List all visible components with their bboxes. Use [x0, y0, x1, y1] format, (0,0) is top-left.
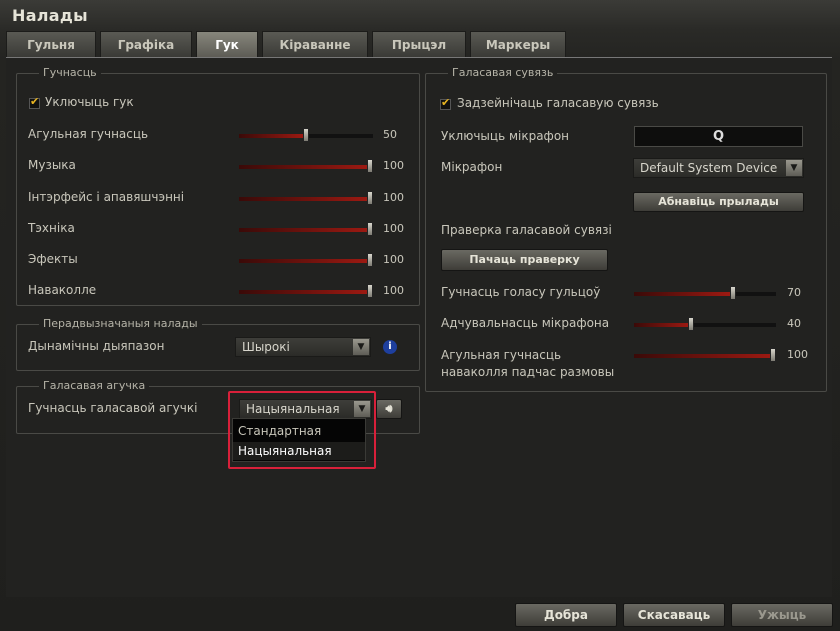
- effects-slider[interactable]: [239, 253, 373, 267]
- group-title: Галасавая сувязь: [448, 66, 558, 79]
- settings-window: Налады Гульня Графіка Гук Кіраванне Прыц…: [0, 0, 840, 631]
- play-sample-button[interactable]: 🔊︎: [376, 399, 402, 419]
- microphone-value: Default System Device: [640, 161, 778, 175]
- vehicles-value: 100: [383, 222, 404, 235]
- interface-value: 100: [383, 191, 404, 204]
- ambient-during-talk-slider[interactable]: [634, 348, 776, 362]
- slider-thumb[interactable]: [367, 159, 373, 173]
- players-voice-slider[interactable]: [634, 286, 776, 300]
- interface-label: Інтэрфейс і апавяшчэнні: [28, 190, 185, 204]
- voice-chat-group: Галасавая сувязь ✔ Задзейнічаць галасаву…: [425, 66, 827, 392]
- mic-key-field[interactable]: Q: [634, 126, 803, 147]
- slider-thumb[interactable]: [367, 191, 373, 205]
- interface-slider[interactable]: [239, 191, 373, 205]
- slider-thumb[interactable]: [687, 317, 694, 331]
- vehicles-label: Тэхніка: [28, 221, 75, 235]
- info-icon[interactable]: i: [383, 340, 397, 354]
- ambient-during-talk-label: Агульная гучнасць наваколля падчас размо…: [441, 348, 615, 379]
- effects-label: Эфекты: [28, 252, 78, 266]
- refresh-devices-button[interactable]: Абнавіць прылады: [633, 192, 804, 212]
- slider-fill: [239, 228, 373, 232]
- ok-button[interactable]: Добра: [515, 603, 617, 627]
- ambient-slider[interactable]: [239, 284, 373, 298]
- check-icon: ✔: [30, 95, 40, 108]
- ambient-label: Наваколле: [28, 283, 97, 297]
- voice-guide-label: Гучнасць галасавой агучкі: [28, 401, 198, 415]
- window-title: Налады: [12, 6, 88, 25]
- slider-thumb[interactable]: [367, 284, 373, 298]
- start-test-button[interactable]: Пачаць праверку: [441, 249, 608, 271]
- microphone-select[interactable]: Default System Device ▼: [633, 158, 804, 178]
- chevron-down-icon: ▼: [353, 339, 369, 355]
- music-label: Музыка: [28, 158, 76, 172]
- tab-controls[interactable]: Кіраванне: [262, 31, 368, 57]
- slider-fill: [634, 323, 691, 327]
- tab-game[interactable]: Гульня: [6, 31, 96, 57]
- chevron-down-icon: ▼: [786, 160, 802, 176]
- selection-highlight: [228, 391, 376, 469]
- slider-thumb[interactable]: [367, 253, 373, 267]
- slider-thumb[interactable]: [367, 222, 373, 236]
- vehicles-slider[interactable]: [239, 222, 373, 236]
- mic-sensitivity-label: Адчувальнасць мікрафона: [441, 316, 610, 330]
- enable-voice-chat-checkbox[interactable]: ✔: [440, 96, 451, 110]
- volume-group: Гучнасць ✔ Уключыць гук Агульная гучнасц…: [16, 66, 420, 306]
- slider-fill: [634, 354, 776, 358]
- apply-button[interactable]: Ужыць: [731, 603, 833, 627]
- speaker-icon: 🔊︎: [385, 402, 393, 415]
- dynamic-range-label: Дынамічны дыяпазон: [28, 339, 165, 353]
- dynamic-range-select[interactable]: Шырокі ▼: [235, 337, 371, 357]
- presets-group: Перадвызначаныя налады Дынамічны дыяпазо…: [16, 317, 420, 371]
- master-volume-label: Агульная гучнасць: [28, 127, 149, 141]
- slider-fill: [239, 134, 306, 138]
- mic-sensitivity-slider[interactable]: [634, 317, 776, 331]
- slider-fill: [239, 290, 373, 294]
- enable-sound-checkbox[interactable]: ✔: [29, 95, 40, 109]
- group-title: Галасавая агучка: [39, 379, 150, 392]
- enable-voice-chat-label: Задзейнічаць галасавую сувязь: [457, 96, 659, 110]
- slider-fill: [239, 259, 373, 263]
- check-icon: ✔: [441, 96, 451, 109]
- slider-fill: [634, 292, 734, 296]
- cancel-button[interactable]: Скасаваць: [623, 603, 725, 627]
- master-volume-value: 50: [383, 128, 397, 141]
- mic-key-label: Уключыць мікрафон: [441, 129, 570, 143]
- dynamic-range-value: Шырокі: [242, 340, 290, 354]
- group-title: Перадвызначаныя налады: [39, 317, 202, 330]
- slider-fill: [239, 165, 373, 169]
- effects-value: 100: [383, 253, 404, 266]
- players-voice-label: Гучнасць голасу гульцоў: [441, 285, 601, 299]
- music-value: 100: [383, 159, 404, 172]
- slider-thumb[interactable]: [730, 286, 737, 300]
- sound-settings-panel: Гучнасць ✔ Уключыць гук Агульная гучнасц…: [6, 57, 832, 597]
- master-volume-slider[interactable]: [239, 128, 373, 142]
- ambient-during-talk-value: 100: [787, 348, 808, 361]
- enable-sound-label: Уключыць гук: [45, 95, 134, 109]
- tab-sight[interactable]: Прыцэл: [372, 31, 466, 57]
- mic-sensitivity-value: 40: [787, 317, 801, 330]
- tab-graphics[interactable]: Графіка: [100, 31, 192, 57]
- ambient-value: 100: [383, 284, 404, 297]
- slider-thumb[interactable]: [770, 348, 776, 362]
- group-title: Гучнасць: [39, 66, 101, 79]
- players-voice-value: 70: [787, 286, 801, 299]
- slider-fill: [239, 197, 373, 201]
- voice-test-label: Праверка галасавой сувязі: [441, 223, 612, 237]
- tab-sound[interactable]: Гук: [196, 31, 258, 57]
- slider-thumb[interactable]: [303, 128, 309, 142]
- tab-markers[interactable]: Маркеры: [470, 31, 566, 57]
- music-slider[interactable]: [239, 159, 373, 173]
- microphone-label: Мікрафон: [441, 160, 503, 174]
